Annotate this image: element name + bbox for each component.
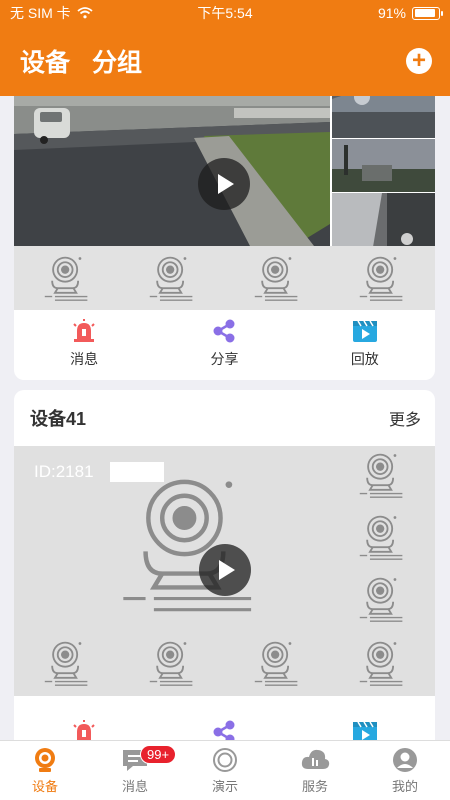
card-actions — [14, 696, 435, 740]
add-device-button[interactable]: + — [406, 48, 432, 74]
status-bar: 无 SIM 卡 下午5:54 91% — [0, 0, 450, 26]
tab-bar-devices-label: 设备 — [31, 778, 58, 794]
profile-icon — [393, 747, 417, 772]
share-icon — [213, 319, 235, 343]
battery-level — [414, 9, 436, 17]
camera-placeholder-icon[interactable] — [39, 253, 95, 303]
camera-placeholder-icon[interactable] — [354, 574, 410, 624]
card-header: 设备41 更多 — [14, 390, 435, 446]
camera-feed-main[interactable] — [14, 96, 330, 246]
message-action[interactable]: 消息 — [34, 319, 134, 369]
device-name[interactable]: 设备41 — [30, 405, 86, 431]
tab-bar-profile-label: 我的 — [391, 778, 418, 794]
tab-bar-messages[interactable]: 消息 99+ — [90, 741, 180, 800]
top-header: 无 SIM 卡 下午5:54 91% 设备 分组 + — [0, 0, 450, 96]
camera-placeholder-icon[interactable] — [354, 638, 410, 688]
alarm-icon — [73, 319, 95, 342]
share-action[interactable] — [174, 720, 274, 740]
tab-bar-services-label: 服务 — [301, 778, 328, 794]
tab-bar-demo-label: 演示 — [211, 778, 238, 794]
device-id-label: ID:2181 — [34, 462, 94, 481]
play-button[interactable] — [199, 544, 251, 596]
tab-groups[interactable]: 分组 — [92, 43, 142, 79]
camera-feed-4[interactable] — [330, 192, 435, 246]
camera-feed-3[interactable] — [330, 138, 435, 192]
playback-action-label: 回放 — [350, 351, 379, 367]
share-icon — [213, 720, 235, 740]
tab-bar-profile[interactable]: 我的 — [360, 741, 450, 800]
cloud-service-icon — [301, 749, 330, 769]
device-card: 消息 分享 回放 — [14, 96, 435, 380]
camera-placeholder-icon[interactable] — [144, 638, 200, 688]
camera-placeholder-icon[interactable] — [144, 253, 200, 303]
share-action-label: 分享 — [210, 351, 239, 367]
device-list[interactable]: 消息 分享 回放 设备41 更多 ID:2181 — [0, 96, 450, 740]
camera-placeholder-large-icon — [123, 479, 252, 612]
wifi-icon — [77, 7, 93, 19]
camera-placeholder-icon[interactable] — [354, 450, 410, 500]
tab-bar-devices[interactable]: 设备 — [0, 741, 90, 800]
camera-placeholder-icon[interactable] — [249, 638, 305, 688]
device-camera-icon — [35, 747, 55, 772]
camera-placeholder-icon[interactable] — [354, 512, 410, 562]
plus-icon: + — [411, 47, 426, 74]
camera-feed-2[interactable] — [330, 96, 435, 138]
status-time: 下午5:54 — [197, 5, 253, 21]
camera-placeholder-icon[interactable] — [249, 253, 305, 303]
more-button[interactable]: 更多 — [389, 406, 421, 430]
tab-bar-services[interactable]: 服务 — [270, 741, 360, 800]
play-button[interactable] — [198, 158, 250, 210]
video-preview[interactable] — [14, 96, 435, 246]
alarm-icon — [73, 720, 95, 740]
camera-placeholder-icon[interactable] — [39, 638, 95, 688]
channel-thumbnails — [14, 246, 435, 310]
message-action-label: 消息 — [70, 351, 99, 367]
carrier-text: 无 SIM 卡 — [10, 5, 71, 21]
tab-bar-messages-label: 消息 — [121, 778, 148, 794]
battery-icon — [412, 6, 443, 20]
tab-devices[interactable]: 设备 — [20, 43, 70, 79]
share-action[interactable]: 分享 — [174, 319, 274, 369]
playback-action[interactable]: 回放 — [315, 319, 415, 369]
battery-percent: 91% — [377, 5, 406, 21]
tab-bar-demo[interactable]: 演示 — [180, 741, 270, 800]
playback-icon — [352, 721, 377, 740]
bottom-tab-bar: 设备 消息 99+ 演示 服务 我的 — [0, 740, 450, 800]
message-action[interactable] — [34, 720, 134, 740]
playback-icon — [352, 320, 377, 342]
card-actions: 消息 分享 回放 — [14, 308, 435, 380]
playback-action[interactable] — [315, 720, 415, 740]
demo-icon — [213, 747, 237, 772]
nav-bar: 设备 分组 + — [0, 26, 450, 96]
unread-badge: 99+ — [140, 745, 177, 764]
video-preview[interactable]: ID:2181 — [14, 446, 435, 696]
camera-placeholder-icon[interactable] — [354, 253, 410, 303]
device-card: 设备41 更多 ID:2181 — [14, 390, 435, 740]
